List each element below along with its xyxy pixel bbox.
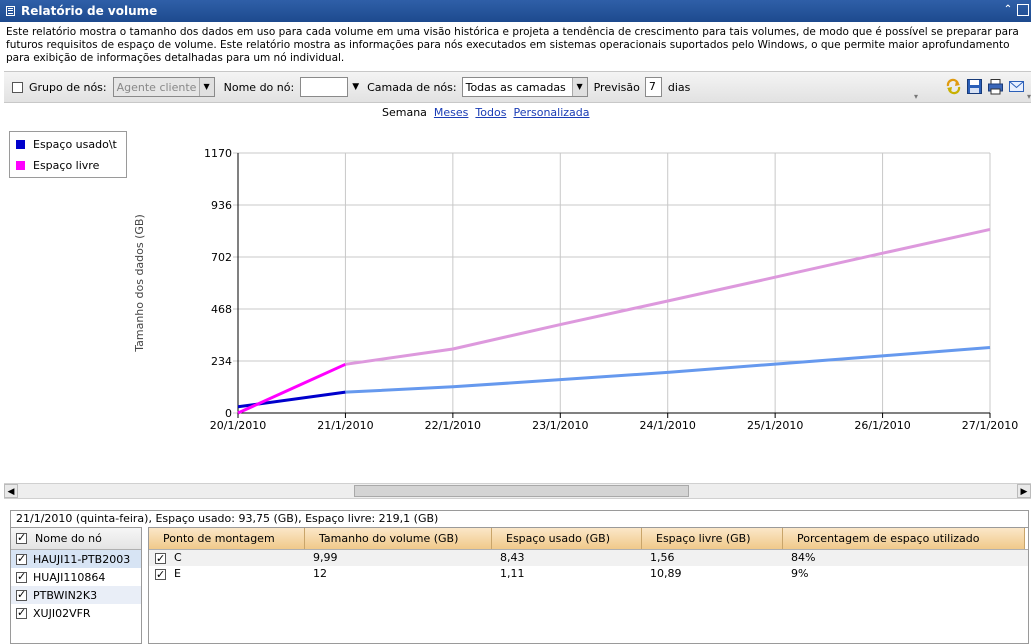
node-name: PTBWIN2K3 — [33, 588, 98, 602]
select-all-checkbox[interactable] — [16, 531, 27, 544]
report-description: Este relatório mostra o tamanho dos dado… — [6, 26, 1019, 64]
tier-label: Camada de nós: — [367, 80, 457, 94]
title-bar: Relatório de volume ⌃ — [0, 0, 1031, 22]
filter-toolbar: Grupo de nós: Agente cliente ▼ Nome do n… — [4, 71, 1031, 103]
column-volume-size[interactable]: Tamanho do volume (GB) — [305, 528, 492, 549]
free-space-cell: 10,89 — [650, 567, 682, 580]
used-space-cell: 1,11 — [500, 567, 525, 580]
forecast-value: 7 — [648, 80, 656, 93]
toolbar-handle-icon: ▾ — [913, 92, 918, 101]
group-checkbox[interactable] — [12, 81, 23, 93]
used-space-cell: 8,43 — [500, 551, 525, 564]
y-tick-label: 234 — [211, 355, 232, 368]
refresh-icon[interactable] — [945, 78, 962, 95]
column-used-percent[interactable]: Porcentagem de espaço utilizado — [783, 528, 1025, 549]
period-custom-link[interactable]: Personalizada — [513, 106, 589, 119]
used-percent-cell: 84% — [791, 551, 816, 564]
forecast-label: Previsão — [593, 80, 640, 94]
node-checkbox[interactable] — [16, 552, 27, 565]
save-icon[interactable] — [966, 78, 983, 95]
node-list-header: Nome do nó — [11, 528, 141, 550]
mount-point-cell: E — [149, 566, 305, 583]
group-label: Grupo de nós: — [29, 80, 107, 94]
mount-checkbox[interactable] — [155, 567, 166, 583]
table-row[interactable]: E 12 1,11 10,89 9% — [149, 566, 1028, 583]
node-name: HUAJI110864 — [33, 570, 106, 584]
x-tick-label: 26/1/2010 — [854, 419, 910, 432]
group-select[interactable]: Agente cliente ▼ — [112, 77, 215, 97]
period-all-link[interactable]: Todos — [475, 106, 506, 119]
scroll-left-icon[interactable]: ◀ — [4, 484, 18, 498]
horizontal-scrollbar[interactable]: ◀ ▶ — [4, 483, 1031, 499]
scroll-right-icon[interactable]: ▶ — [1017, 484, 1031, 498]
volume-size-cell: 12 — [313, 567, 327, 580]
selection-status: 21/1/2010 (quinta-feira), Espaço usado: … — [10, 510, 1029, 527]
node-row[interactable]: PTBWIN2K3 — [11, 586, 141, 604]
grip-icon — [6, 6, 15, 16]
node-checkbox[interactable] — [16, 570, 27, 583]
node-checkbox[interactable] — [16, 588, 27, 601]
y-axis-label: Tamanho dos dados (GB) — [133, 214, 146, 353]
chevron-down-icon: ▼ — [198, 78, 214, 96]
node-dropdown-icon[interactable]: ▼ — [352, 82, 359, 92]
collapse-icon[interactable]: ⌃ — [1002, 4, 1014, 16]
x-tick-label: 25/1/2010 — [747, 419, 803, 432]
toolbar-actions — [945, 78, 1025, 95]
y-tick-label: 1170 — [204, 147, 232, 160]
x-tick-label: 22/1/2010 — [425, 419, 481, 432]
column-free-space[interactable]: Espaço livre (GB) — [642, 528, 783, 549]
column-mount-point[interactable]: Ponto de montagem — [149, 528, 305, 549]
toolbar-handle-icon: ▾ — [1026, 92, 1031, 101]
node-list: Nome do nó HAUJI11-PTB2003 HUAJI110864 P… — [10, 527, 142, 644]
mount-point-value: C — [174, 551, 182, 564]
window-controls: ⌃ — [1002, 4, 1029, 16]
mount-point-value: E — [174, 567, 181, 580]
plot-area — [238, 153, 990, 413]
node-name: HAUJI11-PTB2003 — [33, 552, 131, 566]
y-tick-label: 936 — [211, 199, 232, 212]
detail-table-header: Ponto de montagem Tamanho do volume (GB)… — [149, 528, 1028, 550]
tier-select[interactable]: Todas as camadas ▼ — [461, 77, 588, 97]
chevron-down-icon: ▼ — [571, 78, 587, 96]
scroll-thumb[interactable] — [354, 485, 689, 497]
node-row[interactable]: HUAJI110864 — [11, 568, 141, 586]
forecast-unit: dias — [667, 80, 691, 94]
mount-point-cell: C — [149, 550, 305, 567]
volume-detail-table: Ponto de montagem Tamanho do volume (GB)… — [148, 527, 1029, 644]
volume-size-cell: 9,99 — [313, 551, 338, 564]
period-tabs: Semana Meses Todos Personalizada — [382, 106, 590, 119]
volume-report-window: Relatório de volume ⌃ Este relatório mos… — [0, 0, 1031, 644]
x-tick-label: 27/1/2010 — [962, 419, 1018, 432]
group-select-value: Agente cliente — [116, 80, 197, 94]
period-months-link[interactable]: Meses — [434, 106, 469, 119]
node-row[interactable]: HAUJI11-PTB2003 — [11, 550, 141, 568]
node-name: XUJI02VFR — [33, 606, 91, 620]
node-label: Nome do nó: — [223, 80, 295, 94]
node-list-header-label: Nome do nó — [35, 532, 102, 545]
print-icon[interactable] — [987, 78, 1004, 95]
node-input[interactable] — [300, 77, 349, 97]
tier-select-value: Todas as camadas — [465, 80, 566, 94]
window-title: Relatório de volume — [21, 4, 158, 18]
x-tick-label: 24/1/2010 — [640, 419, 696, 432]
mount-checkbox[interactable] — [155, 551, 166, 567]
node-row[interactable]: XUJI02VFR — [11, 604, 141, 622]
x-tick-label: 20/1/2010 — [210, 419, 266, 432]
node-checkbox[interactable] — [16, 606, 27, 619]
y-tick-label: 468 — [211, 303, 232, 316]
period-week[interactable]: Semana — [382, 106, 427, 119]
y-tick-label: 702 — [211, 251, 232, 264]
forecast-input[interactable]: 7 — [644, 77, 662, 97]
table-row[interactable]: C 9,99 8,43 1,56 84% — [149, 550, 1028, 567]
volume-chart: 0234468702936117020/1/2010 21/1/2010 22/1/… — [133, 147, 1018, 432]
x-tick-label: 23/1/2010 — [532, 419, 588, 432]
x-tick-label: 21/1/2010 — [317, 419, 373, 432]
column-used-space[interactable]: Espaço usado (GB) — [492, 528, 642, 549]
maximize-icon[interactable] — [1017, 4, 1029, 16]
used-percent-cell: 9% — [791, 567, 809, 580]
email-icon[interactable] — [1008, 78, 1025, 95]
free-space-cell: 1,56 — [650, 551, 675, 564]
